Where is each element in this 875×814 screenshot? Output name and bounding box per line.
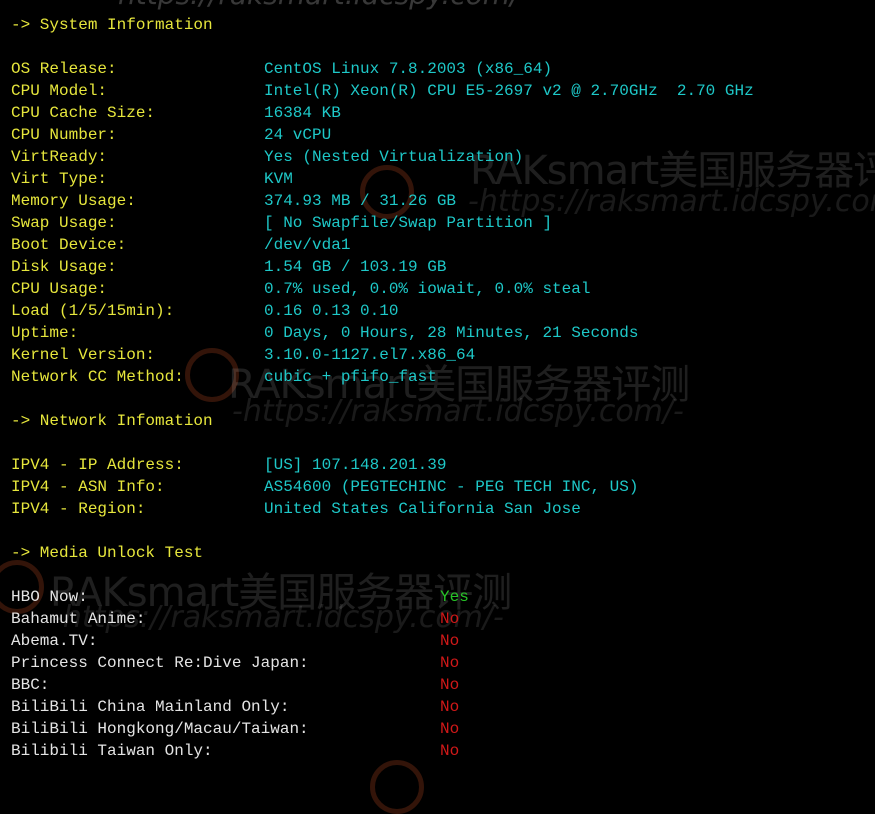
- row-label: CPU Number:: [11, 126, 117, 144]
- list-item: BiliBili Hongkong/Macau/Taiwan: No: [11, 718, 871, 740]
- list-item: OS Release: CentOS Linux 7.8.2003 (x86_64…: [11, 58, 871, 80]
- row-value: 16384 KB: [264, 104, 341, 122]
- row-label: IPV4 - Region:: [11, 500, 146, 518]
- list-item: Kernel Version: 3.10.0-1127.el7.x86_64: [11, 344, 871, 366]
- row-value: 1.54 GB / 103.19 GB: [264, 258, 447, 276]
- unlock-status: No: [440, 676, 460, 694]
- section-heading-media: -> Media Unlock Test: [11, 544, 204, 562]
- row-value: [US] 107.148.201.39: [264, 456, 447, 474]
- row-label: Princess Connect Re:Dive Japan:: [11, 654, 309, 672]
- row-label: Uptime:: [11, 324, 79, 342]
- row-value: 24 vCPU: [264, 126, 332, 144]
- list-item: Boot Device: /dev/vda1: [11, 234, 871, 256]
- list-item: CPU Cache Size: 16384 KB: [11, 102, 871, 124]
- list-item: Memory Usage: 374.93 MB / 31.26 GB: [11, 190, 871, 212]
- row-label: Load (1/5/15min):: [11, 302, 175, 320]
- list-item: IPV4 - Region: United States California S…: [11, 498, 871, 520]
- row-value: AS54600 (PEGTECHINC - PEG TECH INC, US): [264, 478, 639, 496]
- list-item: BBC: No: [11, 674, 871, 696]
- list-item: Bilibili Taiwan Only: No: [11, 740, 871, 762]
- row-value: 0 Days, 0 Hours, 28 Minutes, 21 Seconds: [264, 324, 639, 342]
- row-label: Abema.TV:: [11, 632, 98, 650]
- unlock-status: No: [440, 610, 460, 628]
- row-label: Kernel Version:: [11, 346, 156, 364]
- row-label: CPU Model:: [11, 82, 108, 100]
- top-url-fragment: https://raksmart.idcspy.com/-: [118, 0, 530, 11]
- list-item: IPV4 - IP Address: [US] 107.148.201.39: [11, 454, 871, 476]
- list-item: Uptime: 0 Days, 0 Hours, 28 Minutes, 21 S…: [11, 322, 871, 344]
- list-item: VirtReady: Yes (Nested Virtualization): [11, 146, 871, 168]
- list-item: Bahamut Anime: No: [11, 608, 871, 630]
- list-item: CPU Usage: 0.7% used, 0.0% iowait, 0.0% s…: [11, 278, 871, 300]
- section-heading-network: -> Network Infomation: [11, 412, 213, 430]
- media-unlock-list: HBO Now: Yes Bahamut Anime: No Abema.TV: No Pr…: [11, 586, 871, 762]
- row-label: OS Release:: [11, 60, 117, 78]
- terminal-output: -> System Information OS Release: CentOS …: [11, 14, 871, 762]
- list-item: Virt Type: KVM: [11, 168, 871, 190]
- list-item: CPU Model: Intel(R) Xeon(R) CPU E5-2697 v…: [11, 80, 871, 102]
- list-item: Load (1/5/15min): 0.16 0.13 0.10: [11, 300, 871, 322]
- row-label: BBC:: [11, 676, 50, 694]
- unlock-status: No: [440, 720, 460, 738]
- unlock-status: No: [440, 698, 460, 716]
- system-info-list: OS Release: CentOS Linux 7.8.2003 (x86_64…: [11, 58, 871, 388]
- row-label: VirtReady:: [11, 148, 108, 166]
- unlock-status: No: [440, 632, 460, 650]
- list-item: Princess Connect Re:Dive Japan: No: [11, 652, 871, 674]
- row-label: Bilibili Taiwan Only:: [11, 742, 213, 760]
- row-value: KVM: [264, 170, 293, 188]
- row-label: Memory Usage:: [11, 192, 136, 210]
- row-label: IPV4 - ASN Info:: [11, 478, 165, 496]
- unlock-status: Yes: [440, 588, 469, 606]
- row-value: /dev/vda1: [264, 236, 351, 254]
- row-value: 0.16 0.13 0.10: [264, 302, 399, 320]
- row-label: CPU Cache Size:: [11, 104, 156, 122]
- row-value: Yes (Nested Virtualization): [264, 148, 524, 166]
- network-info-list: IPV4 - IP Address: [US] 107.148.201.39 IPV…: [11, 454, 871, 520]
- row-label: Virt Type:: [11, 170, 108, 188]
- row-label: CPU Usage:: [11, 280, 108, 298]
- row-label: IPV4 - IP Address:: [11, 456, 184, 474]
- row-label: Network CC Method:: [11, 368, 184, 386]
- row-label: BiliBili Hongkong/Macau/Taiwan:: [11, 720, 309, 738]
- row-value: 374.93 MB / 31.26 GB: [264, 192, 457, 210]
- row-value: cubic + pfifo_fast: [264, 368, 437, 386]
- list-item: Network CC Method: cubic + pfifo_fast: [11, 366, 871, 388]
- list-item: HBO Now: Yes: [11, 586, 871, 608]
- row-label: Disk Usage:: [11, 258, 117, 276]
- row-label: HBO Now:: [11, 588, 88, 606]
- row-label: Bahamut Anime:: [11, 610, 146, 628]
- row-value: CentOS Linux 7.8.2003 (x86_64): [264, 60, 553, 78]
- row-label: Boot Device:: [11, 236, 127, 254]
- row-value: United States California San Jose: [264, 500, 581, 518]
- list-item: Disk Usage: 1.54 GB / 103.19 GB: [11, 256, 871, 278]
- row-value: 0.7% used, 0.0% iowait, 0.0% steal: [264, 280, 591, 298]
- watermark-logo-icon: [370, 760, 424, 814]
- row-value: 3.10.0-1127.el7.x86_64: [264, 346, 476, 364]
- list-item: Swap Usage: [ No Swapfile/Swap Partition …: [11, 212, 871, 234]
- row-value: Intel(R) Xeon(R) CPU E5-2697 v2 @ 2.70GH…: [264, 82, 754, 100]
- list-item: CPU Number: 24 vCPU: [11, 124, 871, 146]
- row-label: Swap Usage:: [11, 214, 117, 232]
- unlock-status: No: [440, 654, 460, 672]
- list-item: BiliBili China Mainland Only: No: [11, 696, 871, 718]
- row-label: BiliBili China Mainland Only:: [11, 698, 290, 716]
- section-heading-system: -> System Information: [11, 16, 213, 34]
- unlock-status: No: [440, 742, 460, 760]
- list-item: IPV4 - ASN Info: AS54600 (PEGTECHINC - PE…: [11, 476, 871, 498]
- list-item: Abema.TV: No: [11, 630, 871, 652]
- row-value: [ No Swapfile/Swap Partition ]: [264, 214, 553, 232]
